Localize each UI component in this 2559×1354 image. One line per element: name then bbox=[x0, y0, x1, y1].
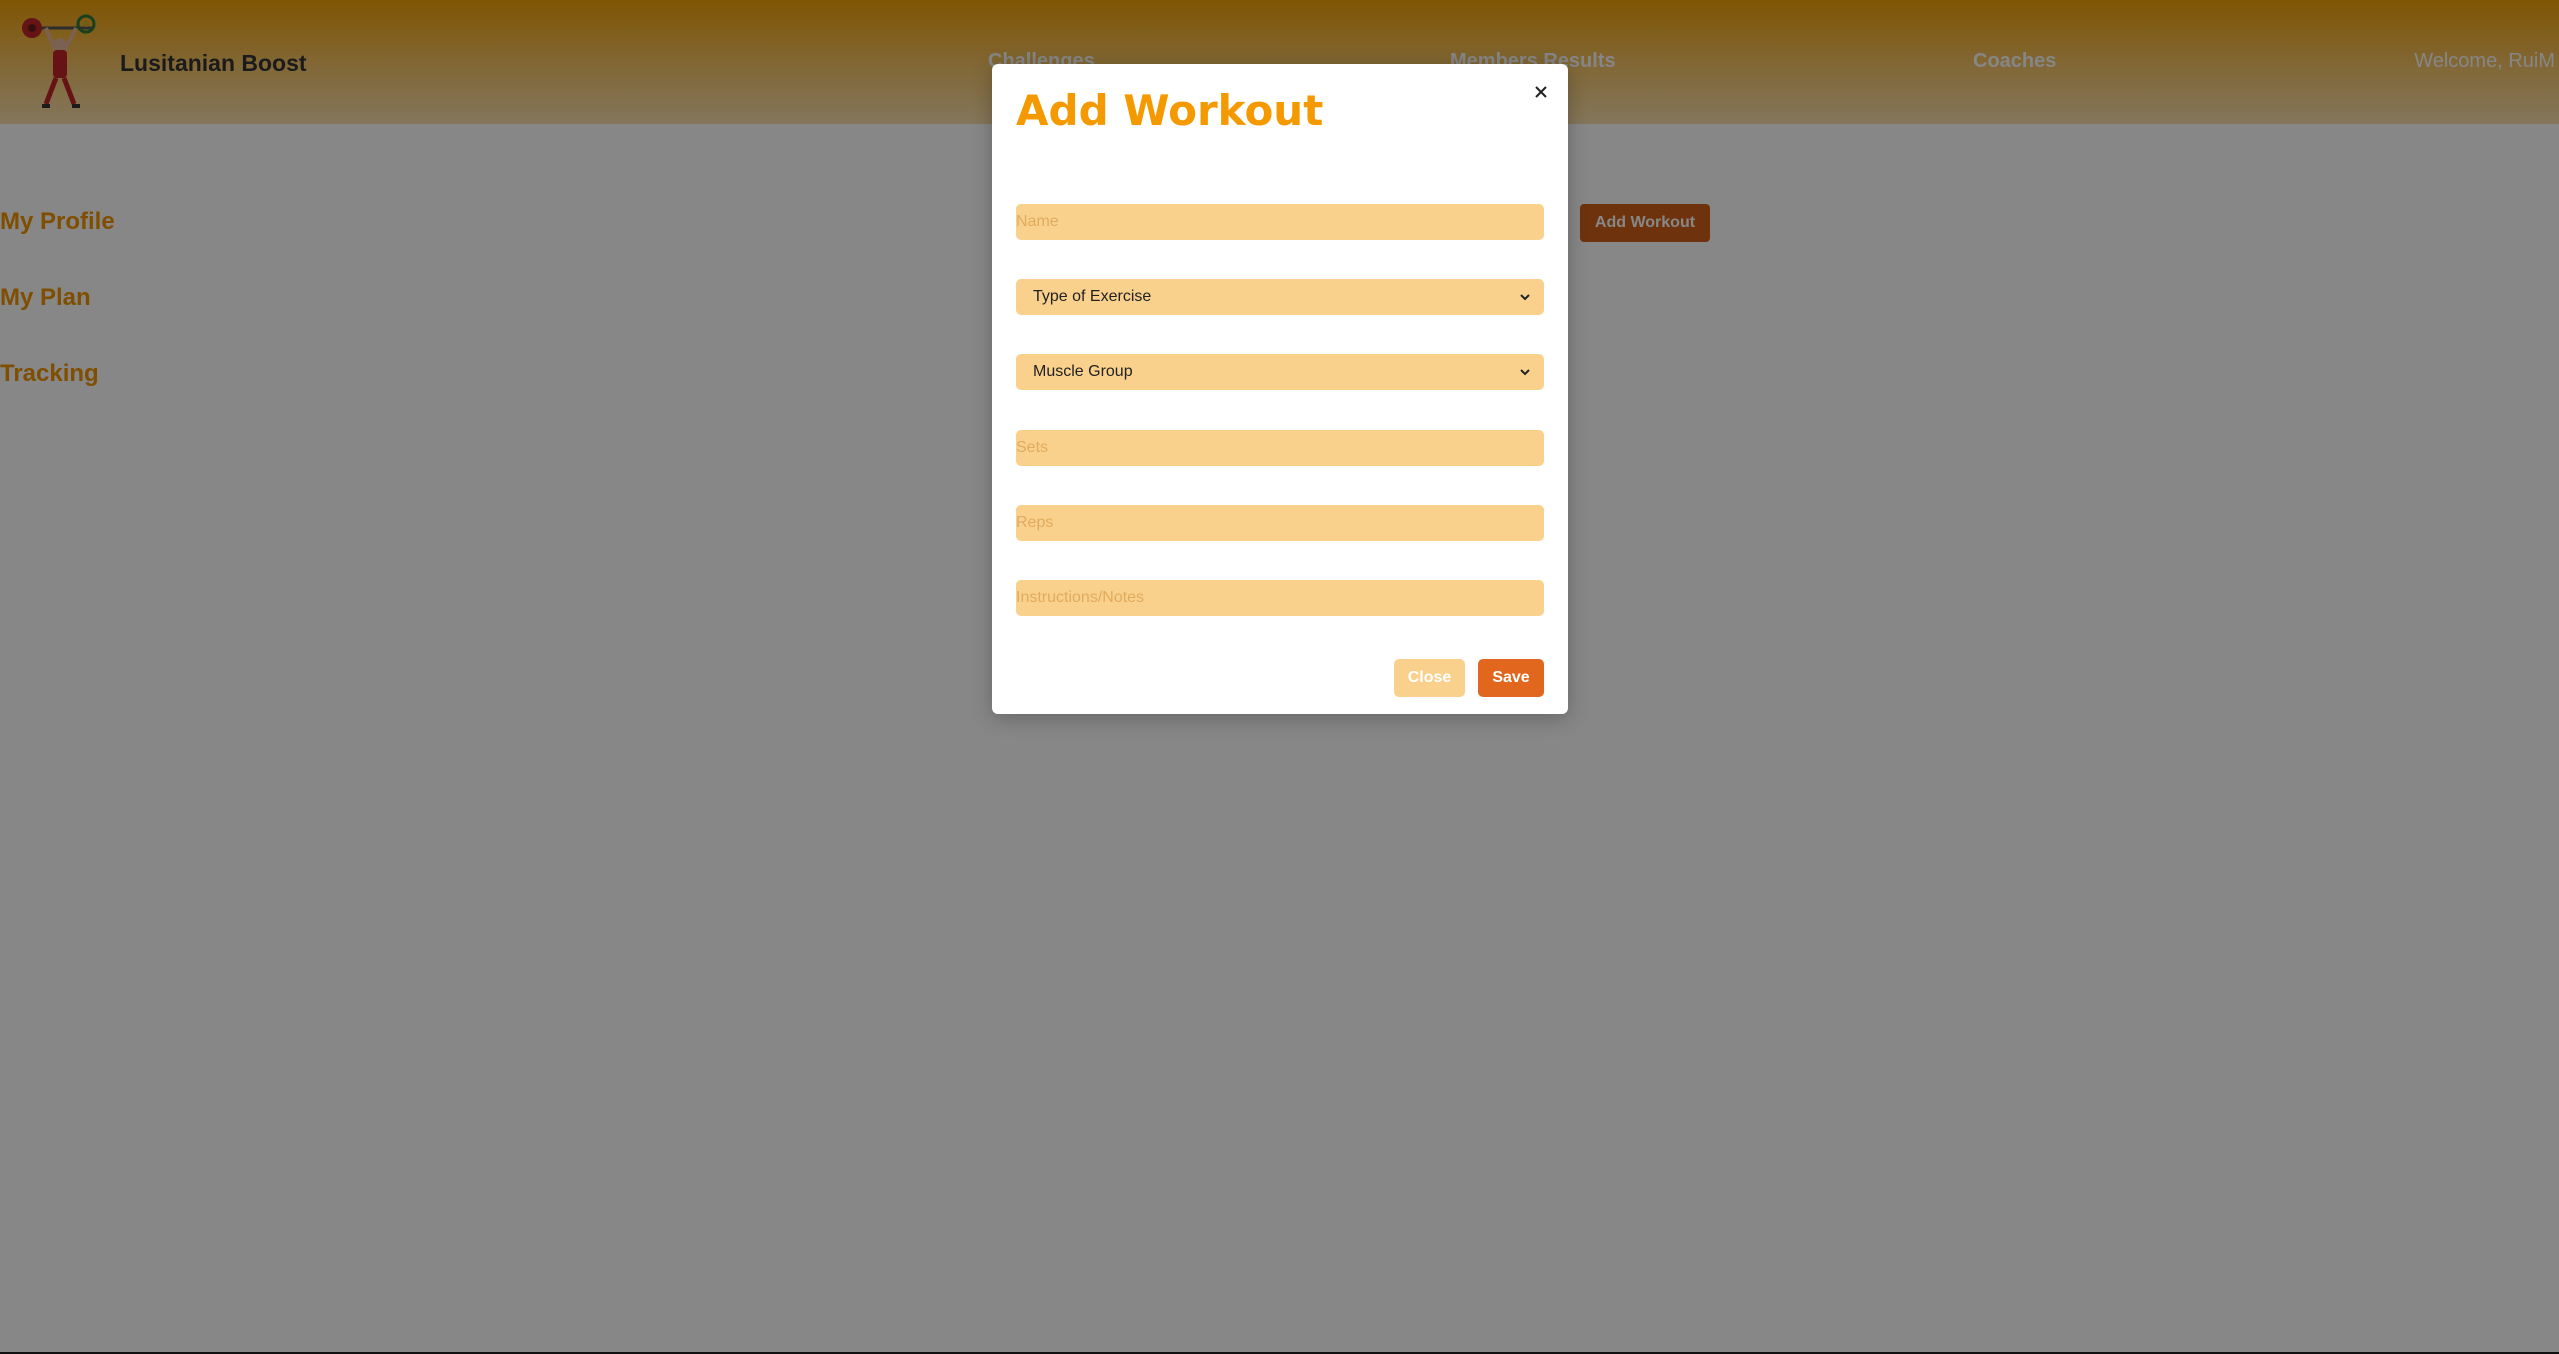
page: Lusitanian Boost Challenges Members Resu… bbox=[0, 0, 2559, 1354]
modal-title: Add Workout bbox=[1016, 86, 1324, 135]
close-button[interactable]: Close bbox=[1394, 659, 1465, 697]
muscle-group-value: Muscle Group bbox=[1033, 363, 1133, 380]
add-workout-modal: Add Workout Type of Exercise Muscle Grou… bbox=[992, 64, 1568, 714]
type-of-exercise-select[interactable]: Type of Exercise bbox=[1016, 279, 1544, 315]
instructions-notes-field[interactable] bbox=[1016, 580, 1544, 616]
name-field[interactable] bbox=[1016, 204, 1544, 240]
muscle-group-select[interactable]: Muscle Group bbox=[1016, 354, 1544, 390]
sets-field[interactable] bbox=[1016, 430, 1544, 466]
save-button[interactable]: Save bbox=[1478, 659, 1544, 697]
chevron-down-icon bbox=[1518, 365, 1532, 379]
close-icon[interactable] bbox=[1527, 78, 1555, 106]
reps-field[interactable] bbox=[1016, 505, 1544, 541]
chevron-down-icon bbox=[1518, 290, 1532, 304]
type-of-exercise-value: Type of Exercise bbox=[1033, 288, 1152, 305]
